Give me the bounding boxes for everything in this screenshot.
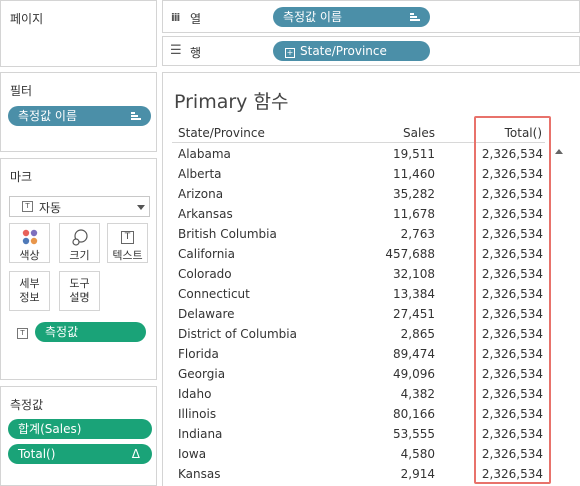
- cell-state: Illinois: [178, 407, 217, 421]
- detail-button[interactable]: 세부 정보: [9, 271, 50, 311]
- cell-sales: 2,763: [400, 227, 435, 241]
- cell-state: Connecticut: [178, 287, 250, 301]
- color-label: 색상: [19, 249, 40, 262]
- cell-state: Arkansas: [178, 207, 233, 221]
- cell-state: Florida: [178, 347, 219, 361]
- pages-title: 페이지: [10, 12, 44, 26]
- size-icon: [60, 227, 99, 247]
- measure-values-title: 측정값: [10, 398, 44, 412]
- tooltip-button[interactable]: 도구 설명: [59, 271, 100, 311]
- size-button[interactable]: 크기: [59, 223, 100, 263]
- cell-state: District of Columbia: [178, 327, 297, 341]
- header-sales[interactable]: Sales: [403, 126, 435, 140]
- cell-state: Idaho: [178, 387, 212, 401]
- columns-icon: iii: [171, 11, 180, 24]
- scroll-up-icon[interactable]: [555, 149, 563, 154]
- rows-icon: ☰: [170, 43, 182, 58]
- rows-shelf[interactable]: ☰ 행 + State/Province: [162, 36, 580, 66]
- cell-state: California: [178, 247, 235, 261]
- cell-state: Alabama: [178, 147, 231, 161]
- mark-measure-values-pill[interactable]: 측정값: [35, 322, 146, 342]
- header-state[interactable]: State/Province: [178, 126, 265, 140]
- cell-sales: 89,474: [393, 347, 435, 361]
- filter-measure-names-pill[interactable]: 측정값 이름: [8, 106, 151, 126]
- sort-icon: [131, 112, 141, 121]
- cell-sales: 2,865: [400, 327, 435, 341]
- rows-pill-label: State/Province: [300, 44, 387, 58]
- delta-icon: Δ: [131, 447, 140, 461]
- rows-label: 행: [190, 46, 202, 60]
- cell-state: Alberta: [178, 167, 222, 181]
- cell-state: Arizona: [178, 187, 224, 201]
- cell-state: Iowa: [178, 447, 207, 461]
- text-label: 텍스트: [112, 249, 143, 262]
- cell-sales: 13,384: [393, 287, 435, 301]
- measure-pill-label: Total(): [18, 447, 56, 461]
- tooltip-label: 도구 설명: [69, 277, 90, 304]
- cell-sales: 457,688: [385, 247, 435, 261]
- cell-sales: 32,108: [393, 267, 435, 281]
- text-button[interactable]: T 텍스트: [107, 223, 148, 263]
- dropdown-arrow-icon: [137, 205, 145, 210]
- cell-state: Colorado: [178, 267, 232, 281]
- cell-sales: 11,460: [393, 167, 435, 181]
- measure-pill-label: 합계(Sales): [18, 422, 82, 436]
- cell-state: Kansas: [178, 467, 221, 481]
- measure-values-panel[interactable]: 측정값 합계(Sales) Total() Δ: [0, 386, 157, 486]
- filters-title: 필터: [10, 84, 33, 98]
- text-encoding-icon: T: [17, 328, 28, 339]
- cell-sales: 35,282: [393, 187, 435, 201]
- cell-sales: 11,678: [393, 207, 435, 221]
- cell-sales: 4,580: [400, 447, 435, 461]
- vertical-scrollbar[interactable]: [552, 144, 567, 484]
- detail-label: 세부 정보: [19, 277, 40, 304]
- cell-state: British Columbia: [178, 227, 277, 241]
- cell-sales: 49,096: [393, 367, 435, 381]
- measure-pill-total[interactable]: Total() Δ: [8, 444, 152, 464]
- mark-type-value: 자동: [39, 201, 62, 215]
- text-mark-icon: T: [22, 201, 33, 212]
- measure-pill-sum-sales[interactable]: 합계(Sales): [8, 419, 152, 439]
- color-button[interactable]: 색상: [9, 223, 50, 263]
- filter-pill-label: 측정값 이름: [18, 109, 78, 123]
- cell-sales: 53,555: [393, 427, 435, 441]
- mark-type-dropdown[interactable]: T 자동: [9, 196, 150, 217]
- cell-state: Georgia: [178, 367, 226, 381]
- total-column-highlight: [474, 116, 551, 484]
- cell-sales: 27,451: [393, 307, 435, 321]
- columns-measure-names-pill[interactable]: 측정값 이름: [273, 7, 430, 27]
- rows-state-pill[interactable]: + State/Province: [273, 41, 430, 61]
- text-icon: T: [108, 227, 147, 247]
- sort-icon: [410, 13, 420, 22]
- columns-shelf[interactable]: iii 열 측정값 이름: [162, 0, 580, 33]
- columns-label: 열: [190, 12, 202, 26]
- columns-pill-label: 측정값 이름: [283, 10, 343, 24]
- marks-panel[interactable]: 마크 T 자동 색상 크기 T 텍스트 세부 정보 도구 설명 T 측정값: [0, 158, 157, 380]
- view-title: Primary 함수: [174, 91, 289, 113]
- color-icon: [10, 227, 49, 247]
- expand-icon: +: [285, 48, 295, 58]
- cell-sales: 80,166: [393, 407, 435, 421]
- marks-title: 마크: [10, 170, 33, 184]
- size-label: 크기: [69, 249, 90, 262]
- cell-sales: 19,511: [393, 147, 435, 161]
- pages-panel[interactable]: 페이지: [0, 0, 157, 67]
- cell-sales: 4,382: [400, 387, 435, 401]
- cell-sales: 2,914: [400, 467, 435, 481]
- cell-state: Indiana: [178, 427, 223, 441]
- mark-pill-label: 측정값: [45, 325, 79, 339]
- cell-state: Delaware: [178, 307, 235, 321]
- filters-panel[interactable]: 필터 측정값 이름: [0, 72, 157, 152]
